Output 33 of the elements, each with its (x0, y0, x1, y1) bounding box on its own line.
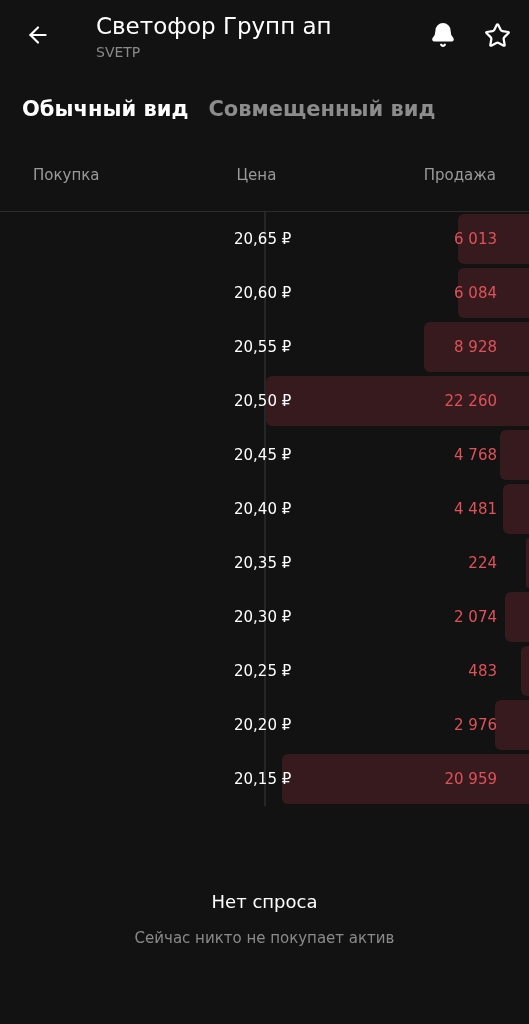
price: 20,55 ₽ (234, 336, 292, 358)
ticker: SVETP (96, 43, 142, 62)
price: 20,35 ₽ (234, 552, 292, 574)
empty-state-title: Нет спроса (211, 890, 318, 914)
price: 20,45 ₽ (234, 444, 292, 466)
sell-volume: 2 976 (454, 714, 497, 736)
column-header: Покупка (33, 165, 100, 187)
price: 20,20 ₽ (234, 714, 292, 736)
view-tab[interactable]: Совмещенный вид (208, 94, 436, 126)
empty-state-message: Сейчас никто не покупает актив (134, 928, 395, 949)
star-icon (483, 21, 511, 49)
sell-volume: 2 074 (454, 606, 497, 628)
price: 20,65 ₽ (234, 228, 292, 250)
sell-volume: 6 084 (454, 282, 497, 304)
price: 20,25 ₽ (234, 660, 292, 682)
price: 20,15 ₽ (234, 768, 292, 790)
instrument-title: Светофор Групп ап (96, 12, 333, 40)
sell-volume: 22 260 (444, 390, 497, 412)
sell-volume: 483 (468, 660, 497, 682)
sell-volume: 6 013 (454, 228, 497, 250)
price: 20,60 ₽ (234, 282, 292, 304)
bell-icon (430, 22, 456, 48)
column-header: Продажа (423, 165, 496, 187)
column-header: Цена (236, 165, 277, 187)
price: 20,30 ₽ (234, 606, 292, 628)
view-tab[interactable]: Обычный вид (22, 94, 189, 126)
sell-volume: 20 959 (444, 768, 497, 790)
sell-volume: 4 481 (454, 498, 497, 520)
sell-volume: 224 (468, 552, 497, 574)
price: 20,40 ₽ (234, 498, 292, 520)
price: 20,50 ₽ (234, 390, 292, 412)
sell-volume: 8 928 (454, 336, 497, 358)
sell-volume: 4 768 (454, 444, 497, 466)
